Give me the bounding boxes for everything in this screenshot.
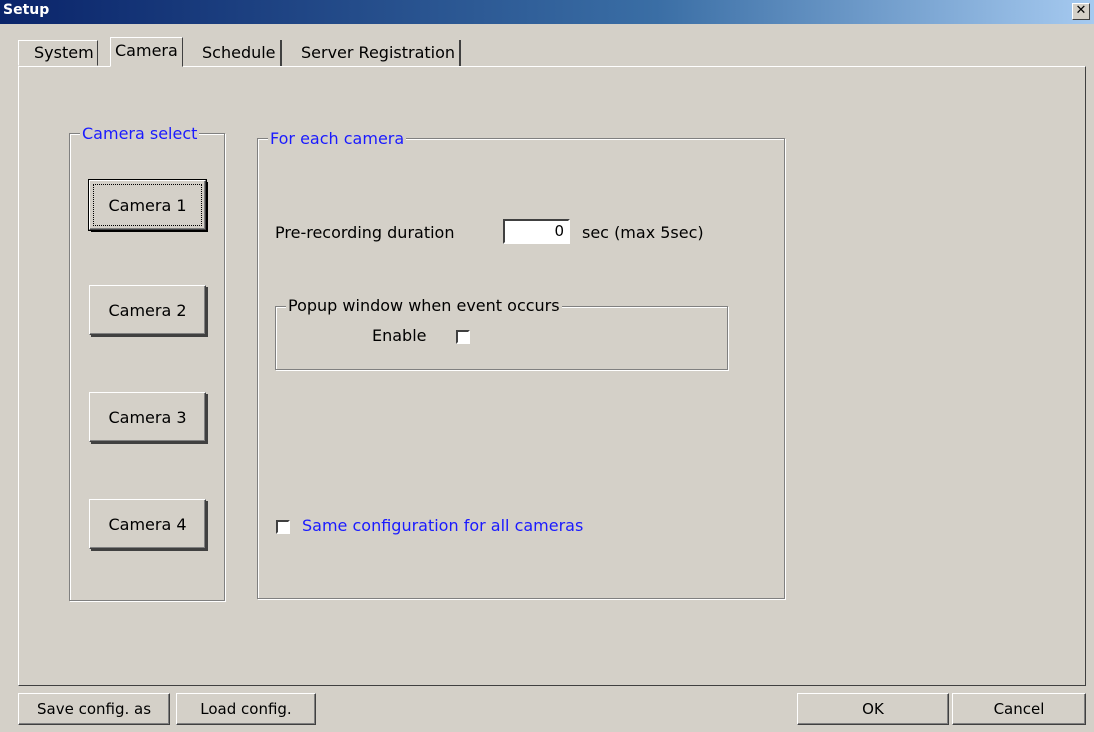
camera-select-legend: Camera select [80, 124, 200, 143]
tab-schedule[interactable]: Schedule [198, 40, 282, 66]
prerecording-label: Pre-recording duration [275, 223, 455, 242]
cancel-button[interactable]: Cancel [952, 693, 1086, 725]
tab-system-label: System [34, 43, 94, 62]
for-each-camera-legend: For each camera [268, 129, 407, 148]
load-config-button[interactable]: Load config. [176, 693, 316, 725]
close-icon[interactable]: ✕ [1072, 3, 1090, 20]
camera-2-button[interactable]: Camera 2 [89, 285, 206, 335]
prerecording-duration-input[interactable]: 0 [503, 219, 570, 244]
save-config-as-button[interactable]: Save config. as [18, 693, 170, 725]
enable-checkbox[interactable] [456, 330, 470, 344]
camera-4-button[interactable]: Camera 4 [89, 499, 206, 549]
popup-window-group [275, 306, 728, 370]
camera-1-button[interactable]: Camera 1 [89, 180, 206, 230]
popup-window-legend: Popup window when event occurs [286, 296, 562, 315]
camera-3-button[interactable]: Camera 3 [89, 392, 206, 442]
same-config-label[interactable]: Same configuration for all cameras [302, 516, 583, 535]
tab-server-registration[interactable]: Server Registration [297, 40, 462, 66]
window-title: Setup [3, 2, 50, 18]
title-bar: Setup ✕ [0, 0, 1094, 24]
enable-label: Enable [372, 326, 427, 345]
tab-camera[interactable]: Camera [110, 37, 183, 67]
same-config-checkbox[interactable] [276, 520, 290, 534]
ok-button[interactable]: OK [797, 693, 949, 725]
prerecording-unit: sec (max 5sec) [582, 223, 704, 242]
